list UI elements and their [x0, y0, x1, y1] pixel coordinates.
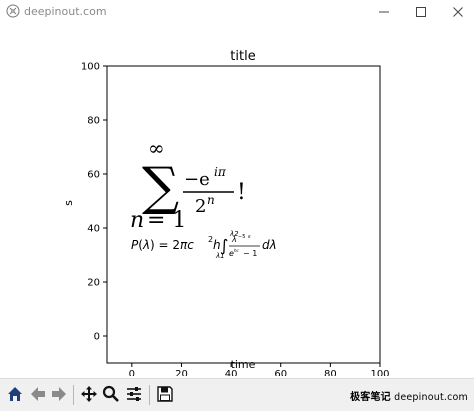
watermark: 极客笔记 deepinout.com — [350, 388, 468, 403]
svg-text:−5: −5 — [238, 234, 245, 240]
y-tick-label: 0 — [94, 332, 100, 343]
chart-title: title — [230, 49, 255, 64]
pan-icon — [81, 386, 97, 402]
x-tick-label: 0 — [129, 369, 135, 376]
svg-text:ε: ε — [248, 234, 251, 240]
svg-text:= 1: = 1 — [147, 208, 186, 233]
toolbar-separator — [149, 385, 150, 405]
svg-text:iπ: iπ — [214, 165, 227, 179]
svg-text:λ: λ — [231, 235, 237, 244]
app-icon — [6, 4, 20, 18]
x-tick-label: 60 — [274, 369, 287, 376]
navigation-toolbar: 极客笔记 deepinout.com — [0, 378, 474, 411]
svg-text:n: n — [130, 208, 144, 233]
svg-text:−e: −e — [184, 169, 210, 190]
toolbar-separator — [73, 385, 74, 405]
forward-arrow-icon — [52, 387, 66, 401]
svg-text:P(λ) = 2πc: P(λ) = 2πc — [131, 238, 194, 252]
watermark-url: deepinout.com — [394, 392, 468, 403]
close-button[interactable] — [440, 0, 474, 24]
save-button[interactable] — [154, 383, 176, 405]
chart: title 0 20 40 60 80 100 020406080100 time s ∞… — [62, 49, 390, 376]
svg-text:n: n — [207, 193, 215, 207]
configure-subplots-icon — [127, 387, 141, 401]
back-arrow-icon — [31, 387, 45, 401]
maximize-button[interactable] — [403, 0, 439, 24]
y-axis-label: s — [62, 200, 75, 206]
y-tick-label: 80 — [87, 116, 100, 127]
window-title: deepinout.com — [24, 5, 107, 18]
back-button[interactable] — [27, 383, 49, 405]
minimize-icon — [379, 11, 389, 13]
close-icon — [453, 7, 463, 17]
save-icon — [157, 386, 173, 402]
svg-text:λ1: λ1 — [215, 252, 225, 260]
home-icon — [8, 387, 22, 401]
forward-button[interactable] — [48, 383, 70, 405]
y-axis: 0 20 40 60 80 100 — [81, 62, 107, 343]
x-axis: 0 20 40 60 80 100 — [129, 363, 390, 376]
pan-button[interactable] — [78, 383, 100, 405]
configure-subplots-button[interactable] — [123, 383, 145, 405]
maximize-icon — [416, 7, 426, 17]
svg-text:hc: hc — [234, 248, 240, 253]
x-tick-label: 100 — [370, 369, 389, 376]
svg-text:− 1: − 1 — [243, 249, 257, 258]
x-axis-label: time — [231, 358, 256, 371]
y-tick-label: 20 — [87, 278, 100, 289]
window-titlebar: deepinout.com — [0, 0, 474, 24]
zoom-icon — [102, 385, 119, 402]
home-button[interactable] — [4, 383, 26, 405]
y-tick-label: 100 — [81, 62, 100, 73]
y-tick-label: 60 — [87, 170, 100, 181]
x-tick-label: 20 — [175, 369, 188, 376]
zoom-button[interactable] — [100, 383, 122, 405]
svg-text:dλ: dλ — [262, 238, 277, 252]
svg-text:!: ! — [237, 180, 246, 205]
y-tick-label: 40 — [87, 224, 100, 235]
minimize-button[interactable] — [366, 0, 402, 24]
x-tick-label: 80 — [324, 369, 337, 376]
figure-canvas[interactable]: title 0 20 40 60 80 100 0 20 40 60 80 100 time s ∞… — [0, 24, 474, 376]
svg-text:2: 2 — [195, 196, 206, 217]
watermark-cn: 极客笔记 — [350, 392, 391, 403]
